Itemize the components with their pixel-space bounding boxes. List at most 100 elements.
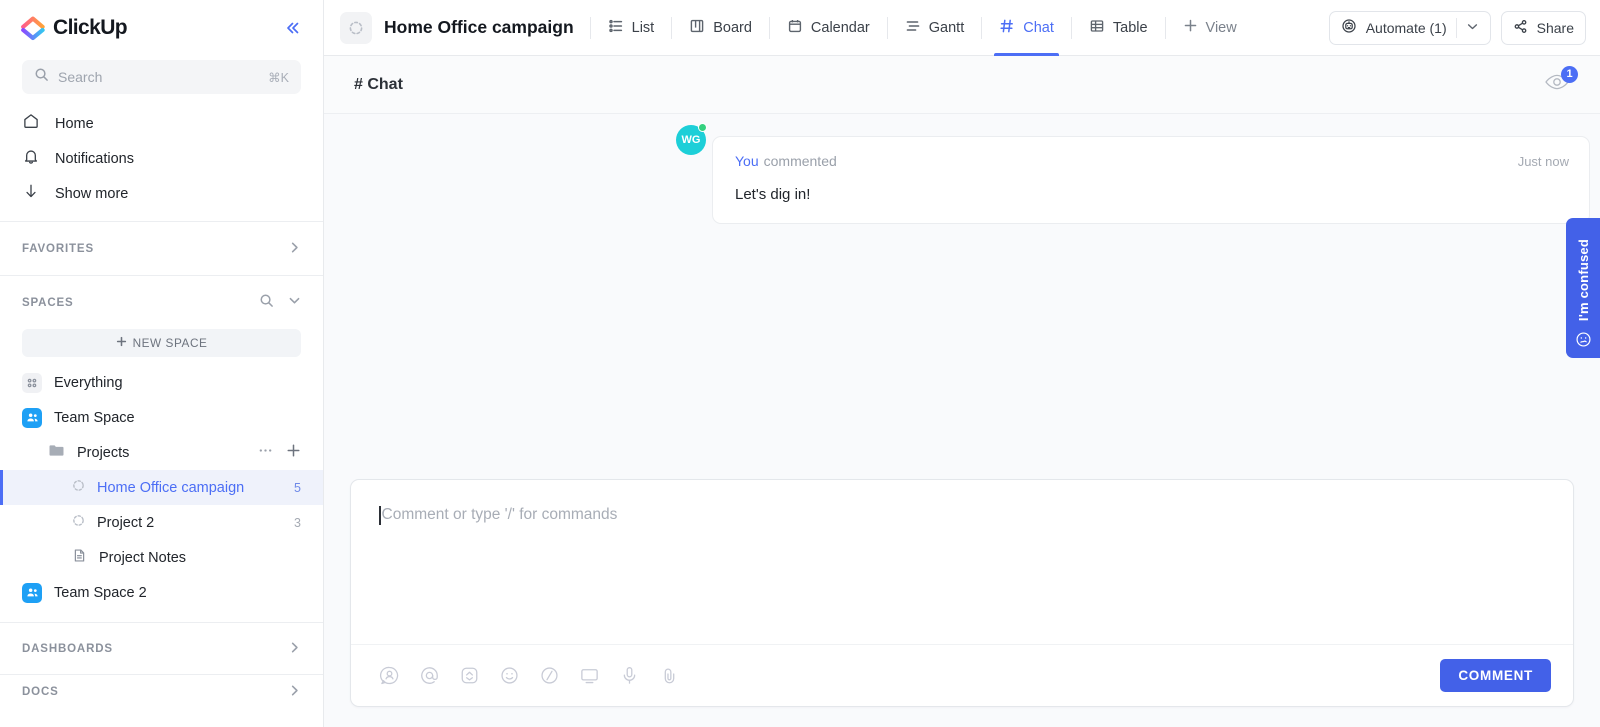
sidebar-item-home-office-campaign[interactable]: Home Office campaign 5 xyxy=(0,470,323,505)
watchers-count-badge: 1 xyxy=(1561,65,1578,83)
top-toolbar: Home Office campaign List Board Calendar… xyxy=(324,0,1600,56)
sidebar-item-project-2[interactable]: Project 2 3 xyxy=(0,505,323,540)
microphone-icon[interactable] xyxy=(617,664,641,688)
chevron-right-icon[interactable] xyxy=(288,684,301,700)
comment-item: WG You commented Just now Let's dig in! xyxy=(324,123,1600,224)
brand-name: ClickUp xyxy=(53,16,128,39)
comment-action: commented xyxy=(763,153,837,169)
tab-chat[interactable]: Chat xyxy=(982,0,1071,56)
text-caret xyxy=(379,506,381,525)
plus-icon[interactable] xyxy=(286,443,301,463)
sidebar-item-home[interactable]: Home xyxy=(0,106,323,141)
chevron-right-icon[interactable] xyxy=(288,641,301,657)
task-count: 3 xyxy=(294,515,301,530)
sidebar-section-dashboards[interactable]: DASHBOARDS xyxy=(0,622,323,674)
share-icon xyxy=(1513,19,1528,37)
bell-icon xyxy=(22,147,40,170)
tab-board[interactable]: Board xyxy=(672,0,769,56)
assign-person-icon[interactable] xyxy=(377,664,401,688)
divider xyxy=(1455,17,1457,38)
new-space-label: NEW SPACE xyxy=(132,336,208,350)
space-label: Projects xyxy=(77,444,130,461)
feedback-tab[interactable]: I'm confused xyxy=(1566,218,1600,358)
ellipsis-icon[interactable] xyxy=(258,443,273,463)
sidebar-item-notifications[interactable]: Notifications xyxy=(0,141,323,176)
mention-at-icon[interactable] xyxy=(417,664,441,688)
clickapp-chevron-icon[interactable] xyxy=(457,664,481,688)
sidebar-item-team-space-2[interactable]: Team Space 2 xyxy=(0,575,323,610)
folder-icon xyxy=(48,442,65,464)
composer-toolbar: COMMENT xyxy=(351,644,1573,706)
tab-gantt[interactable]: Gantt xyxy=(888,0,981,56)
sidebar-item-team-space[interactable]: Team Space xyxy=(0,400,323,435)
tab-label: Gantt xyxy=(928,19,965,36)
chevron-right-icon[interactable] xyxy=(288,241,301,257)
comment-input[interactable]: Comment or type '/' for commands xyxy=(351,480,1573,644)
tab-list[interactable]: List xyxy=(591,0,672,56)
space-label: Team Space xyxy=(54,409,135,426)
sidebar-item-projects[interactable]: Projects xyxy=(0,435,323,470)
tab-calendar[interactable]: Calendar xyxy=(770,0,887,56)
sidebar-item-label: Home xyxy=(55,115,94,132)
automate-button[interactable]: Automate (1) xyxy=(1328,10,1491,45)
comment-input-placeholder: Comment or type '/' for commands xyxy=(381,506,618,523)
screen-record-icon[interactable] xyxy=(577,664,601,688)
tab-label: Calendar xyxy=(810,19,870,36)
table-icon xyxy=(1089,18,1105,38)
comment-author[interactable]: You xyxy=(735,153,759,169)
confused-face-icon xyxy=(1575,331,1592,348)
sidebar-nav: Home Notifications Show more xyxy=(0,104,323,221)
share-label: Share xyxy=(1536,19,1574,36)
add-view-button[interactable]: View xyxy=(1166,0,1254,56)
new-space-button[interactable]: NEW SPACE xyxy=(22,329,301,357)
hash-icon xyxy=(999,18,1015,38)
comment-composer: Comment or type '/' for commands COMMENT xyxy=(324,479,1600,727)
list-status-icon xyxy=(72,514,85,532)
sidebar-header: ClickUp xyxy=(0,0,323,56)
docs-title: DOCS xyxy=(22,685,59,698)
plus-icon xyxy=(116,336,127,350)
submit-comment-button[interactable]: COMMENT xyxy=(1440,659,1551,692)
spaces-list: NEW SPACE Everything Team Space Projects… xyxy=(0,329,323,618)
sidebar-section-spaces: SPACES xyxy=(0,275,323,329)
chat-header: # Chat 1 xyxy=(324,56,1600,114)
comment-meta: You commented Just now xyxy=(735,153,1569,169)
sidebar-section-favorites[interactable]: FAVORITES xyxy=(0,221,323,275)
chevron-down-icon[interactable] xyxy=(1466,20,1479,36)
search-shortcut: ⌘K xyxy=(268,70,289,85)
search-input[interactable]: Search ⌘K xyxy=(22,60,301,94)
sidebar: ClickUp Search ⌘K Home Notifications Sho… xyxy=(0,0,324,727)
sidebar-item-everything[interactable]: Everything xyxy=(0,365,323,400)
space-label: Everything xyxy=(54,374,123,391)
comment-text: Let's dig in! xyxy=(735,186,811,203)
task-count: 5 xyxy=(294,480,301,495)
sidebar-section-docs[interactable]: DOCS xyxy=(0,674,323,708)
clickup-logo[interactable]: ClickUp xyxy=(20,15,128,41)
robot-icon xyxy=(1341,18,1357,37)
space-label: Project 2 xyxy=(97,514,155,531)
watchers-button[interactable]: 1 xyxy=(1544,65,1578,98)
spaces-title: SPACES xyxy=(22,296,74,309)
emoji-smiley-icon[interactable] xyxy=(497,664,521,688)
sidebar-item-project-notes[interactable]: Project Notes xyxy=(0,540,323,575)
people-icon xyxy=(22,407,42,428)
home-icon xyxy=(22,112,40,135)
main-content: Home Office campaign List Board Calendar… xyxy=(324,0,1600,727)
slash-command-icon[interactable] xyxy=(537,664,561,688)
automate-label: Automate (1) xyxy=(1365,19,1447,36)
sidebar-item-label: Show more xyxy=(55,185,129,202)
tab-label: Board xyxy=(713,19,752,36)
tab-table[interactable]: Table xyxy=(1072,0,1165,56)
attachment-clip-icon[interactable] xyxy=(657,664,681,688)
comment-card[interactable]: You commented Just now Let's dig in! xyxy=(712,136,1590,224)
sidebar-bottom-sections: DASHBOARDS DOCS xyxy=(0,622,323,708)
sidebar-collapse-button[interactable] xyxy=(279,15,305,41)
calendar-icon xyxy=(787,18,803,38)
chat-title: # Chat xyxy=(354,75,403,93)
chevron-down-icon[interactable] xyxy=(288,294,301,312)
sidebar-item-show-more[interactable]: Show more xyxy=(0,176,323,211)
share-button[interactable]: Share xyxy=(1500,10,1586,45)
spaces-search-icon[interactable] xyxy=(259,293,274,313)
gantt-icon xyxy=(905,18,921,38)
favorites-title: FAVORITES xyxy=(22,242,94,255)
